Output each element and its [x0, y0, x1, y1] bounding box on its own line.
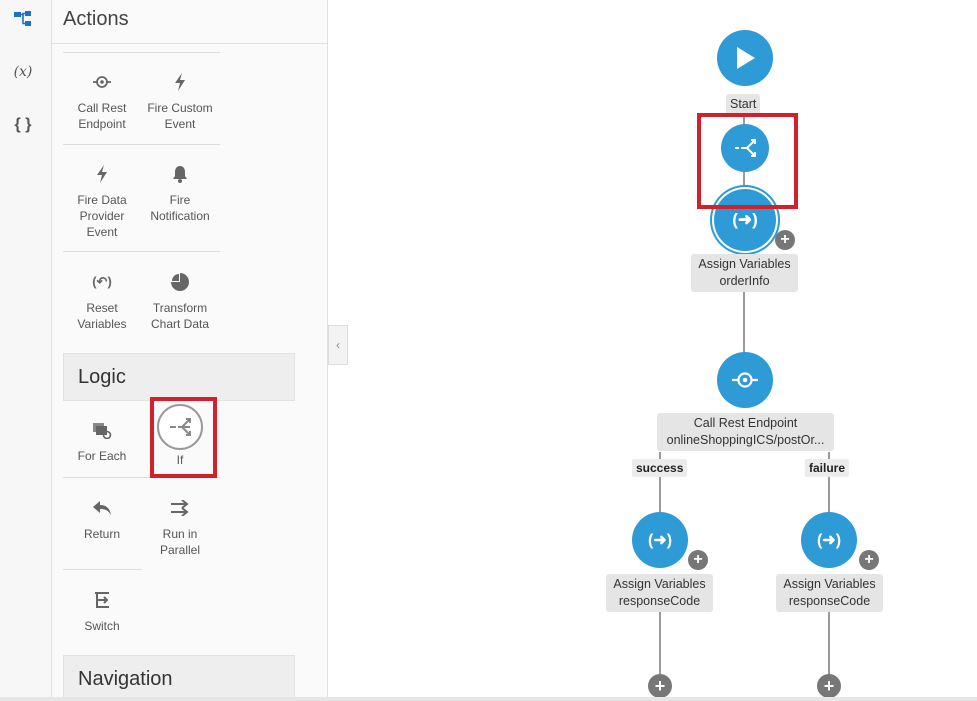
add-step-plus-icon[interactable]: + [775, 230, 795, 250]
assign-failure-label: Assign Variables responseCode [776, 574, 883, 612]
for-each-icon [63, 412, 141, 448]
bell-icon [141, 156, 219, 192]
action-palette: Call Rest Endpoint Fire Custom Event Fir… [52, 44, 308, 697]
assign-orderinfo-label: Assign Variables orderInfo [691, 254, 798, 292]
section-navigation[interactable]: Navigation [63, 655, 295, 697]
tile-call-rest-endpoint[interactable]: Call Rest Endpoint [63, 64, 141, 132]
failure-branch-label: failure [805, 459, 850, 477]
assign-icon: (➜) [816, 532, 842, 549]
assign-success-label: Assign Variables responseCode [606, 574, 713, 612]
tile-fire-custom-event[interactable]: Fire Custom Event [141, 64, 219, 132]
tile-transform-chart-data[interactable]: Transform Chart Data [141, 264, 219, 332]
divider [63, 569, 142, 570]
rest-endpoint-icon [732, 372, 758, 388]
bottom-border [0, 697, 977, 701]
actions-panel: Actions Call Rest Endpoint Fire Custom E… [52, 0, 328, 697]
flow-edge [828, 612, 830, 674]
divider [63, 251, 220, 252]
tile-fire-data-provider-event[interactable]: Fire Data Provider Event [63, 156, 141, 240]
if-highlight-box [150, 397, 217, 478]
tile-run-in-parallel[interactable]: Run in Parallel [141, 490, 219, 558]
tile-label: Return [83, 527, 121, 541]
section-title: Navigation [78, 668, 173, 690]
left-icon-rail: (x) { } [0, 0, 52, 697]
add-step-plus-icon[interactable]: + [859, 550, 879, 570]
tile-label: Call Rest Endpoint [77, 101, 127, 131]
collapse-panel-button[interactable]: ‹ [328, 325, 348, 365]
variables-icon[interactable]: (x) [8, 57, 38, 87]
if-node-highlight-box [697, 113, 798, 209]
tile-switch[interactable]: Switch [63, 582, 141, 634]
assign-icon: (➜) [732, 210, 758, 229]
tile-label: Fire Data Provider Event [77, 193, 127, 239]
add-step-plus-icon[interactable]: + [688, 550, 708, 570]
assign-failure-node[interactable]: (➜) [801, 512, 857, 568]
flow-icon[interactable] [8, 4, 38, 34]
panel-title: Actions [63, 8, 129, 30]
tile-label: Reset Variables [77, 301, 127, 331]
panel-header: Actions [52, 0, 327, 44]
chevron-left-icon: ‹ [336, 338, 340, 352]
divider [63, 144, 220, 145]
add-step-plus-icon[interactable]: + [817, 674, 841, 698]
call-rest-label: Call Rest Endpoint onlineShoppingICS/pos… [657, 413, 834, 451]
start-node[interactable] [717, 30, 773, 86]
flow-canvas[interactable]: Start (➜) + Assign Variables orderInfo C… [348, 0, 977, 698]
divider [63, 52, 220, 53]
pie-chart-icon [141, 264, 219, 300]
section-title: Logic [78, 366, 126, 388]
parallel-arrows-icon [141, 490, 219, 526]
assign-icon: (➜) [647, 532, 673, 549]
flow-edge [659, 612, 661, 674]
success-branch-label: success [632, 459, 688, 477]
tile-for-each[interactable]: For Each [63, 412, 141, 464]
section-logic[interactable]: Logic [63, 353, 295, 401]
add-step-plus-icon[interactable]: + [648, 674, 672, 698]
tile-reset-variables[interactable]: (↶) Reset Variables [63, 264, 141, 332]
play-icon [737, 47, 755, 69]
lightning-icon [141, 64, 219, 100]
tile-label: Transform Chart Data [150, 301, 210, 331]
tile-label: Fire Custom Event [147, 101, 213, 131]
assign-success-node[interactable]: (➜) [632, 512, 688, 568]
json-braces-icon[interactable]: { } [8, 110, 38, 140]
tile-label: For Each [77, 449, 127, 463]
start-label: Start [726, 94, 761, 115]
reset-variables-icon: (↶) [92, 274, 112, 289]
switch-icon [63, 582, 141, 618]
tile-label: Run in Parallel [159, 527, 201, 557]
lightning-icon [63, 156, 141, 192]
call-rest-node[interactable] [717, 352, 773, 408]
tile-return[interactable]: Return [63, 490, 141, 542]
flow-edge [743, 290, 745, 352]
rest-endpoint-icon [63, 64, 141, 100]
return-icon [63, 490, 141, 526]
tile-label: Switch [84, 619, 120, 633]
tile-label: Fire Notification [150, 193, 210, 223]
tile-fire-notification[interactable]: Fire Notification [141, 156, 219, 224]
